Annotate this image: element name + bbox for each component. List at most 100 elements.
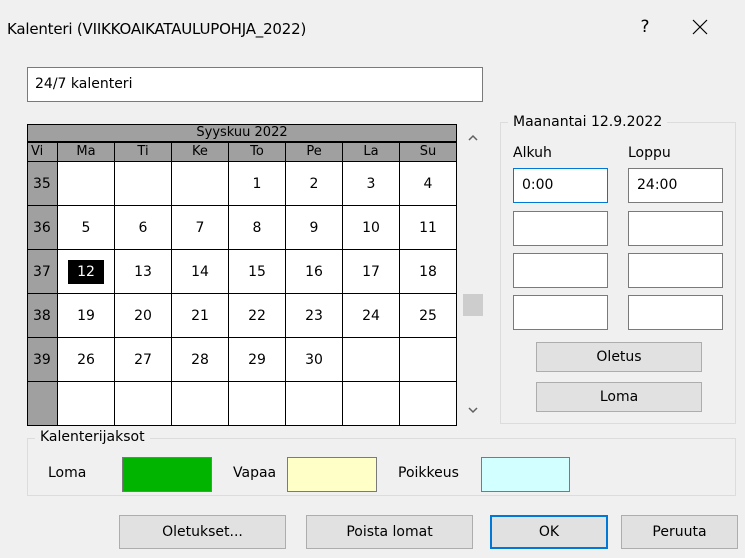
- calendar-day-cell[interactable]: [171, 161, 229, 206]
- calendar-day-cell[interactable]: 21: [171, 293, 229, 338]
- calendar-scrollbar[interactable]: [460, 124, 486, 425]
- end-time-input-2[interactable]: [628, 211, 723, 246]
- calendar-day-cell[interactable]: 7: [171, 205, 229, 250]
- calendar-day-cell[interactable]: [57, 161, 115, 206]
- day-number: 27: [134, 351, 152, 368]
- end-time-input-3[interactable]: [628, 253, 723, 288]
- start-time-input-3[interactable]: [513, 253, 608, 288]
- holiday-button[interactable]: Loma: [536, 382, 702, 412]
- start-time-input-4[interactable]: [513, 295, 608, 330]
- calendar-day-cell[interactable]: 9: [285, 205, 343, 250]
- calendar-week-row: 37 12 13 14 15 16 17 18: [27, 249, 457, 294]
- calendar-day-cell[interactable]: 24: [342, 293, 400, 338]
- day-hours-legend: Maanantai 12.9.2022: [508, 114, 668, 130]
- day-number: 28: [191, 351, 209, 368]
- period-swatch-free[interactable]: [287, 457, 377, 492]
- day-number: 26: [77, 351, 95, 368]
- day-number: 18: [419, 263, 437, 280]
- calendar-day-cell[interactable]: 28: [171, 337, 229, 382]
- calendar-day-cell[interactable]: 17: [342, 249, 400, 294]
- calendar-day-cell[interactable]: 23: [285, 293, 343, 338]
- day-number: 15: [248, 263, 266, 280]
- calendar-day-cell[interactable]: [114, 161, 172, 206]
- calendar-day-cell[interactable]: 14: [171, 249, 229, 294]
- calendar-day-cell[interactable]: 8: [228, 205, 286, 250]
- calendar-day-cell[interactable]: 30: [285, 337, 343, 382]
- calendar-day-cell[interactable]: 18: [399, 249, 457, 294]
- day-number: 7: [195, 219, 205, 236]
- day-number: 8: [252, 219, 262, 236]
- calendar-day-cell[interactable]: 2: [285, 161, 343, 206]
- weekday-header: La: [342, 142, 400, 162]
- day-number: 20: [134, 307, 152, 324]
- period-label-holiday: Loma: [48, 465, 87, 481]
- calendar-day-cell[interactable]: 11: [399, 205, 457, 250]
- cancel-button[interactable]: Peruuta: [621, 515, 738, 549]
- calendar-week-row: [27, 381, 457, 426]
- scroll-up-button[interactable]: [460, 128, 486, 148]
- period-swatch-holiday[interactable]: [122, 457, 212, 492]
- day-number: 22: [248, 307, 266, 324]
- period-label-free: Vapaa: [233, 465, 277, 481]
- calendar-day-cell[interactable]: 22: [228, 293, 286, 338]
- window-title: Kalenteri (VIIKKOAIKATAULUPOHJA_2022): [7, 20, 307, 38]
- start-time-input-2[interactable]: [513, 211, 608, 246]
- calendar-day-cell[interactable]: [228, 381, 286, 426]
- day-number: 3: [366, 175, 376, 192]
- period-swatch-exception[interactable]: [481, 457, 570, 492]
- calendar-day-cell[interactable]: 12: [57, 249, 115, 294]
- calendar-day-cell[interactable]: 29: [228, 337, 286, 382]
- weekday-header: Ke: [171, 142, 229, 162]
- help-button[interactable]: ?: [630, 12, 660, 42]
- week-number: 39: [27, 337, 58, 382]
- ok-button[interactable]: OK: [490, 515, 608, 549]
- calendar-day-cell[interactable]: [171, 381, 229, 426]
- weekday-header: Su: [399, 142, 457, 162]
- calendar-day-cell[interactable]: [57, 381, 115, 426]
- day-number: 21: [191, 307, 209, 324]
- calendar-day-cell[interactable]: 15: [228, 249, 286, 294]
- calendar-grid: Vi Ma Ti Ke To Pe La Su 35 1 2 3 4 36 5 6 7 8 9 10 1…: [27, 142, 457, 426]
- calendar-day-cell[interactable]: 25: [399, 293, 457, 338]
- calendar-day-cell[interactable]: 26: [57, 337, 115, 382]
- calendar-day-cell[interactable]: 1: [228, 161, 286, 206]
- day-number: 24: [362, 307, 380, 324]
- weekday-header: To: [228, 142, 286, 162]
- calendar-day-cell[interactable]: [285, 381, 343, 426]
- calendar-day-cell[interactable]: 4: [399, 161, 457, 206]
- end-time-input-1[interactable]: 24:00: [628, 168, 723, 203]
- day-number: 14: [191, 263, 209, 280]
- calendar-day-cell[interactable]: 16: [285, 249, 343, 294]
- day-number: 6: [138, 219, 148, 236]
- end-time-input-4[interactable]: [628, 295, 723, 330]
- calendar-day-cell[interactable]: 5: [57, 205, 115, 250]
- calendar-day-cell[interactable]: [399, 381, 457, 426]
- calendar-day-cell[interactable]: [114, 381, 172, 426]
- day-number: 25: [419, 307, 437, 324]
- start-time-input-1[interactable]: 0:00: [513, 168, 608, 203]
- calendar-day-cell[interactable]: 13: [114, 249, 172, 294]
- calendar-name-input[interactable]: 24/7 kalenteri: [27, 67, 483, 102]
- week-number: 35: [27, 161, 58, 206]
- calendar-week-row: 36 5 6 7 8 9 10 11: [27, 205, 457, 250]
- defaults-button[interactable]: Oletukset...: [119, 515, 286, 549]
- day-number: 16: [305, 263, 323, 280]
- start-column-label: Alkuh: [513, 145, 552, 161]
- calendar-day-cell[interactable]: 10: [342, 205, 400, 250]
- calendar-day-cell[interactable]: [399, 337, 457, 382]
- calendar-day-cell[interactable]: 6: [114, 205, 172, 250]
- scroll-thumb[interactable]: [463, 294, 483, 316]
- week-number: 37: [27, 249, 58, 294]
- calendar-day-cell[interactable]: 20: [114, 293, 172, 338]
- close-button[interactable]: [680, 12, 720, 42]
- calendar-day-cell[interactable]: 27: [114, 337, 172, 382]
- day-number: 2: [309, 175, 319, 192]
- day-number: 17: [362, 263, 380, 280]
- scroll-down-button[interactable]: [460, 400, 486, 420]
- remove-holidays-button[interactable]: Poista lomat: [306, 515, 473, 549]
- calendar-day-cell[interactable]: 19: [57, 293, 115, 338]
- calendar-day-cell[interactable]: 3: [342, 161, 400, 206]
- calendar-day-cell[interactable]: [342, 381, 400, 426]
- default-hours-button[interactable]: Oletus: [536, 342, 702, 372]
- calendar-day-cell[interactable]: [342, 337, 400, 382]
